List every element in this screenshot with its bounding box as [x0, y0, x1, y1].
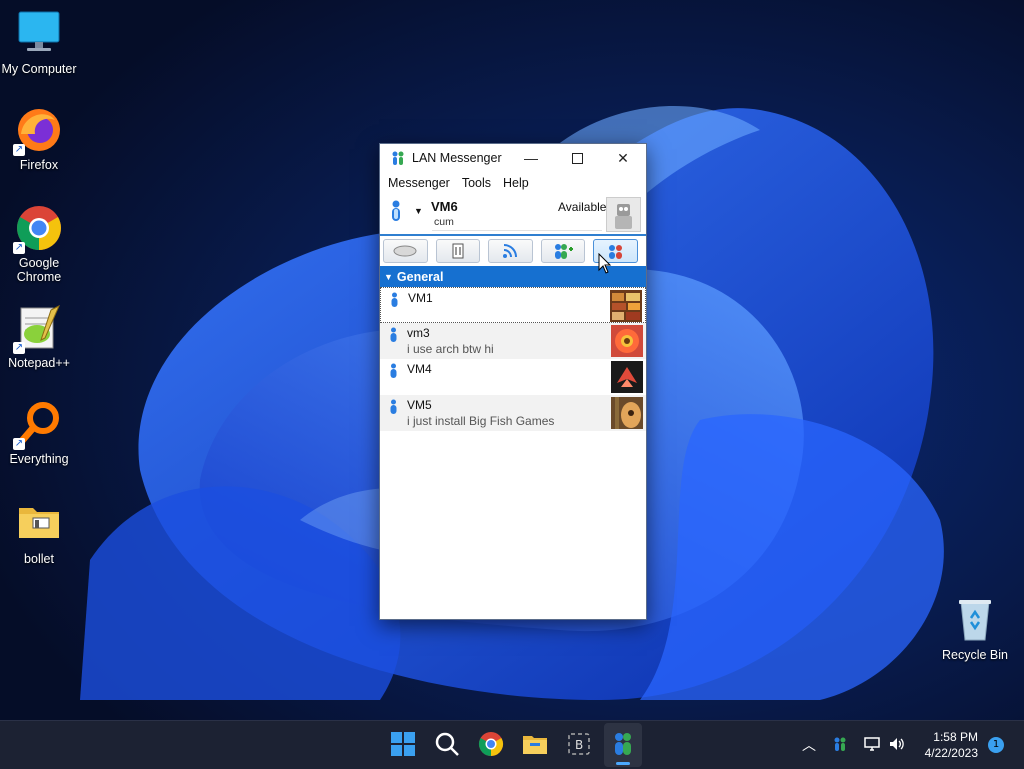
shortcut-arrow-icon: ↗	[13, 242, 25, 254]
desktop-icon-label: bollet	[24, 552, 54, 566]
rss-icon	[503, 244, 518, 258]
desktop-icon-firefox[interactable]: ↗ Firefox	[0, 106, 78, 172]
user-note-field[interactable]: cum	[432, 216, 602, 231]
svg-text:B: B	[575, 738, 583, 752]
user-status-icon[interactable]	[389, 200, 403, 222]
menu-bar: Messenger Tools Help	[380, 172, 646, 194]
desktop-icon-label: Google Chrome	[16, 256, 62, 284]
user-online-icon	[390, 399, 397, 414]
chrome-icon: ↗	[13, 204, 63, 254]
network-icon[interactable]	[864, 736, 882, 752]
status-dropdown-icon[interactable]: ▼	[414, 206, 423, 216]
lan-messenger-tray-icon[interactable]	[832, 736, 848, 752]
firefox-icon: ↗	[13, 106, 63, 156]
contact-item[interactable]: vm3 i use arch btw hi	[380, 323, 646, 359]
user-online-icon	[391, 292, 398, 307]
contact-avatar	[611, 361, 643, 393]
maximize-button[interactable]	[554, 144, 600, 172]
folder-icon	[15, 500, 63, 548]
robot-avatar-icon	[615, 204, 632, 229]
desktop-icon-bollet[interactable]: bollet	[0, 500, 78, 566]
user-online-icon	[390, 363, 397, 378]
user-online-icon	[390, 327, 397, 342]
notepad-plus-plus-icon: ↗	[13, 304, 63, 354]
add-contacts-button[interactable]	[540, 239, 586, 263]
desktop-icon-recycle-bin[interactable]: Recycle Bin	[936, 596, 1014, 662]
lan-messenger-taskbar-icon	[615, 733, 631, 755]
mouse-cursor-icon	[598, 253, 612, 274]
clock-date: 4/22/2023	[924, 746, 978, 760]
menu-tools[interactable]: Tools	[456, 176, 497, 190]
user-avatar[interactable]	[606, 197, 641, 232]
desktop-icon-label: Everything	[9, 452, 69, 466]
contact-name: VM1	[408, 291, 433, 305]
user-name: VM6	[431, 199, 458, 214]
contact-name: VM5	[407, 398, 432, 412]
contact-avatar	[611, 325, 643, 357]
close-button[interactable]: ✕	[600, 144, 646, 172]
user-status-text[interactable]: Available	[558, 200, 606, 214]
collapse-triangle-icon[interactable]: ▼	[384, 272, 393, 282]
shortcut-arrow-icon: ↗	[13, 144, 25, 156]
maximize-icon	[571, 152, 583, 164]
recycle-bin-icon	[951, 596, 999, 644]
desktop-icon-label: Notepad++	[8, 356, 70, 370]
desktop-icon-google-chrome[interactable]: ↗ Google Chrome	[0, 204, 78, 284]
search-icon[interactable]	[434, 731, 460, 757]
shortcut-arrow-icon: ↗	[13, 342, 25, 354]
desktop-icon-everything[interactable]: ↗ Everything	[0, 400, 78, 466]
volume-icon[interactable]	[888, 736, 906, 752]
contact-name: VM4	[407, 362, 432, 376]
menu-help[interactable]: Help	[497, 176, 535, 190]
contact-item[interactable]: VM5 i just install Big Fish Games	[380, 395, 646, 431]
desktop-icon-my-computer[interactable]: My Computer	[0, 10, 78, 76]
clock-time: 1:58 PM	[933, 730, 978, 744]
app-b-icon[interactable]: B	[566, 731, 592, 757]
contact-name: vm3	[407, 326, 430, 340]
desktop-icon-label: Recycle Bin	[942, 648, 1008, 662]
chat-bubble-icon	[393, 245, 417, 257]
chrome-taskbar-icon[interactable]	[478, 731, 504, 757]
show-hidden-icons-chevron-icon[interactable]: ︿	[802, 735, 816, 755]
menu-messenger[interactable]: Messenger	[382, 176, 456, 190]
contact-item[interactable]: VM4	[380, 359, 646, 395]
shortcut-arrow-icon: ↗	[13, 438, 25, 450]
group-name: General	[396, 269, 444, 284]
lan-messenger-taskbar-button[interactable]	[604, 723, 642, 767]
user-profile-panel: ▼ VM6 Available cum	[380, 194, 646, 236]
contact-note: i just install Big Fish Games	[407, 414, 555, 428]
lan-messenger-app-icon	[392, 151, 404, 165]
lan-messenger-window[interactable]: LAN Messenger — ✕ Messenger Tools Help ▼…	[379, 143, 647, 620]
windows-start-icon[interactable]	[390, 731, 416, 757]
broadcast-message-button[interactable]	[435, 239, 481, 263]
contact-note: i use arch btw hi	[407, 342, 494, 356]
clock[interactable]: 1:58 PM 4/22/2023	[925, 729, 978, 761]
monitor-icon	[15, 10, 63, 58]
desktop-icon-label: Firefox	[19, 158, 59, 172]
contact-avatar	[610, 290, 642, 322]
minimize-icon: —	[524, 150, 538, 166]
contact-avatar	[611, 397, 643, 429]
notification-badge[interactable]: 1	[988, 737, 1004, 753]
close-icon: ✕	[617, 149, 629, 166]
title-bar[interactable]: LAN Messenger — ✕	[380, 144, 646, 172]
minimize-button[interactable]: —	[508, 144, 554, 172]
public-message-button[interactable]	[488, 239, 533, 263]
window-title: LAN Messenger	[412, 151, 502, 165]
contact-item[interactable]: VM1	[380, 287, 646, 323]
active-indicator	[616, 762, 630, 765]
add-users-icon	[555, 244, 574, 259]
chat-room-button[interactable]	[383, 239, 428, 263]
file-transfer-icon	[452, 243, 464, 259]
magnifier-icon: ↗	[13, 400, 63, 450]
desktop-icon-notepad-plus-plus[interactable]: ↗ Notepad++	[0, 304, 78, 370]
taskbar: B ︿ 1:58 PM 4/22/2023 1	[0, 720, 1024, 769]
contact-list: VM1 vm3 i use arch btw hi VM4 VM5 i just…	[380, 287, 646, 431]
desktop-icon-label: My Computer	[1, 62, 77, 76]
file-explorer-icon[interactable]	[522, 731, 548, 757]
